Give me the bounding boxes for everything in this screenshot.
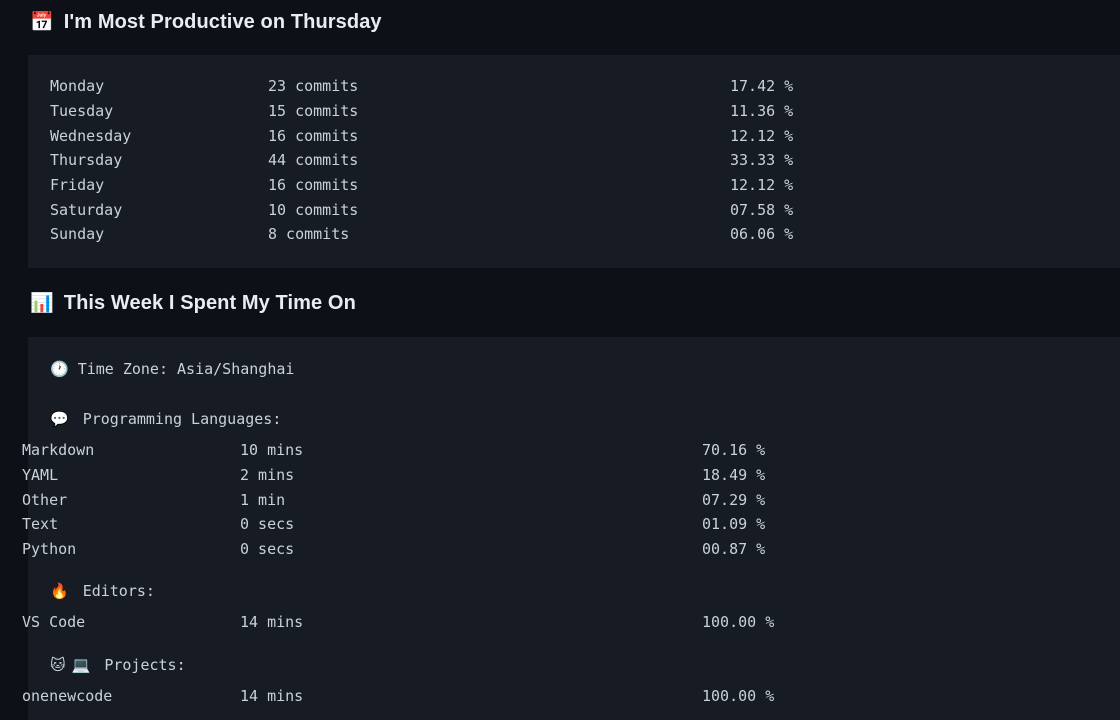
waka-group-title: Projects: (104, 656, 186, 674)
stat-row-value: 10 mins (240, 441, 304, 460)
stat-row-percent: 01.09 % (702, 515, 766, 534)
stat-row: VS Code 14 mins 100.00 % (0, 610, 1120, 635)
waka-group-heading: 🐱 💻 Projects: (50, 656, 1120, 674)
waka-group-heading: 💬 Programming Languages: (50, 410, 1120, 428)
stat-row-label: Monday (50, 77, 105, 96)
stat-row-value: 44 commits (268, 151, 359, 170)
stat-row-percent: 100.00 % (702, 687, 775, 706)
stat-row-percent: 12.12 % (730, 126, 794, 145)
stat-row: Python 0 secs 00.87 % (0, 537, 1120, 562)
stat-row-label: Friday (50, 176, 105, 195)
stat-row-percent: 07.29 % (702, 490, 766, 509)
stat-row-percent: 00.87 % (702, 540, 766, 559)
stat-row-label: YAML (22, 466, 59, 485)
stat-row-percent: 06.06 % (730, 225, 794, 244)
waka-group-projects: 🐱 💻 Projects: onenewcode 14 mins 100.00 % (0, 656, 1120, 709)
stat-row-value: 16 commits (268, 126, 359, 145)
stat-row-value: 8 commits (268, 225, 350, 244)
stat-row-percent: 11.36 % (730, 102, 794, 121)
stat-row: YAML 2 mins 18.49 % (0, 463, 1120, 488)
speech-balloon-icon: 💬 (50, 409, 69, 428)
section-title-waka: This Week I Spent My Time On (63, 292, 356, 314)
waka-group-title: Programming Languages: (82, 410, 282, 428)
timezone-line: 🕐 Time Zone: Asia/Shanghai (50, 360, 294, 378)
section-heading-commits: 📅 I'm Most Productive on Thursday (0, 11, 382, 34)
stat-row-value: 0 secs (240, 515, 295, 534)
stat-row-percent: 18.49 % (702, 466, 766, 485)
laptop-icon: 💻 (71, 655, 91, 674)
stat-row-percent: 33.33 % (730, 151, 794, 170)
timezone-text: Time Zone: Asia/Shanghai (77, 360, 295, 378)
waka-group-rows: Markdown 10 mins 70.16 % YAML 2 mins 18.49 % O… (0, 438, 1120, 561)
section-heading-waka: 📊 This Week I Spent My Time On (0, 292, 356, 315)
stat-row-percent: 12.12 % (730, 176, 794, 195)
stat-row: Markdown 10 mins 70.16 % (0, 438, 1120, 463)
section-title-commits: I'm Most Productive on Thursday (63, 11, 382, 33)
stat-row: Sunday 8 commits 06.06 % (28, 222, 1120, 247)
stat-row-value: 10 commits (268, 200, 359, 219)
stat-row-value: 16 commits (268, 176, 359, 195)
stat-row-value: 14 mins (240, 687, 304, 706)
stat-row: Saturday 10 commits 07.58 % (28, 197, 1120, 222)
stat-row-label: Text (22, 515, 59, 534)
stat-row-label: Saturday (50, 200, 123, 219)
stat-row-value: 15 commits (268, 102, 359, 121)
waka-group-editors: 🔥 Editors: VS Code 14 mins 100.00 % (0, 582, 1120, 635)
bar-chart-icon: 📊 (30, 292, 54, 314)
stat-row-label: Python (22, 540, 77, 559)
waka-group-rows: VS Code 14 mins 100.00 % (0, 610, 1120, 635)
stat-row-percent: 17.42 % (730, 77, 794, 96)
stat-row-label: Other (22, 490, 68, 509)
waka-group-title: Editors: (82, 582, 155, 600)
stat-row-percent: 100.00 % (702, 613, 775, 632)
stat-row-label: Wednesday (50, 126, 132, 145)
stat-row-percent: 07.58 % (730, 200, 794, 219)
stat-row: Monday 23 commits 17.42 % (28, 74, 1120, 99)
calendar-icon: 📅 (30, 11, 54, 33)
clock-icon: 🕐 (50, 359, 69, 378)
waka-group-programming-languages: 💬 Programming Languages: Markdown 10 mins 70… (0, 410, 1120, 561)
stat-row-label: Tuesday (50, 102, 114, 121)
cat-face-icon: 🐱 (50, 655, 66, 674)
stat-row: Thursday 44 commits 33.33 % (28, 148, 1120, 173)
stat-row: Friday 16 commits 12.12 % (28, 173, 1120, 198)
stat-row-value: 2 mins (240, 466, 295, 485)
stat-row-value: 1 min (240, 490, 286, 509)
stat-row: Wednesday 16 commits 12.12 % (28, 123, 1120, 148)
stat-row-label: Sunday (50, 225, 105, 244)
stat-row-value: 14 mins (240, 613, 304, 632)
stat-row: Tuesday 15 commits 11.36 % (28, 99, 1120, 124)
stat-row-value: 23 commits (268, 77, 359, 96)
waka-group-heading: 🔥 Editors: (50, 582, 1120, 600)
stat-row-percent: 70.16 % (702, 441, 766, 460)
stat-row-label: VS Code (22, 613, 86, 632)
commits-panel: Monday 23 commits 17.42 % Tuesday 15 commits… (28, 55, 1120, 268)
stat-row-value: 0 secs (240, 540, 295, 559)
stat-row-label: Markdown (22, 441, 95, 460)
stat-row-label: onenewcode (22, 687, 113, 706)
waka-group-rows: onenewcode 14 mins 100.00 % (0, 684, 1120, 709)
stat-row: Other 1 min 07.29 % (0, 487, 1120, 512)
readme-stats-page: 📅 I'm Most Productive on Thursday Monday… (0, 0, 1120, 720)
fire-icon: 🔥 (50, 581, 69, 600)
commits-row-list: Monday 23 commits 17.42 % Tuesday 15 commits… (28, 74, 1120, 247)
stat-row: Text 0 secs 01.09 % (0, 512, 1120, 537)
stat-row-label: Thursday (50, 151, 123, 170)
stat-row: onenewcode 14 mins 100.00 % (0, 684, 1120, 709)
